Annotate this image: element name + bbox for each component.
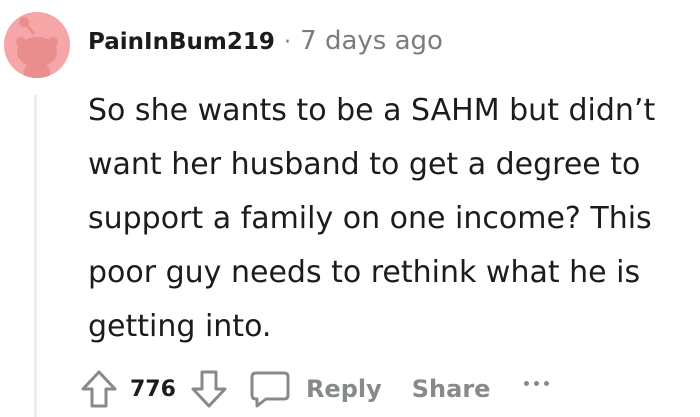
dot xyxy=(534,380,540,386)
snoo-avatar-icon xyxy=(4,12,70,78)
comment-bubble-icon xyxy=(250,371,290,408)
upvote-arrow-icon xyxy=(81,370,117,408)
comment-body: So she wants to be a SAHM but didn’t wan… xyxy=(88,93,656,344)
reply-button[interactable]: Reply xyxy=(248,369,382,409)
dot xyxy=(544,380,550,386)
username[interactable]: PainInBum219 xyxy=(88,29,275,55)
upvote-button[interactable] xyxy=(80,369,118,409)
comment-header: PainInBum219 · 7 days ago xyxy=(88,26,443,56)
reply-label: Reply xyxy=(305,375,382,403)
downvote-button[interactable] xyxy=(190,369,228,409)
separator-dot: · xyxy=(283,29,292,55)
avatar[interactable] xyxy=(4,12,70,78)
thread-line[interactable] xyxy=(34,95,37,417)
downvote-arrow-icon xyxy=(191,370,227,408)
dot xyxy=(524,380,530,386)
vote-score: 776 xyxy=(130,376,176,402)
comment-actions: 776 Reply Share xyxy=(80,366,550,412)
timestamp[interactable]: 7 days ago xyxy=(300,26,443,56)
share-button[interactable]: Share xyxy=(412,375,491,403)
more-dots-icon[interactable] xyxy=(524,380,550,386)
